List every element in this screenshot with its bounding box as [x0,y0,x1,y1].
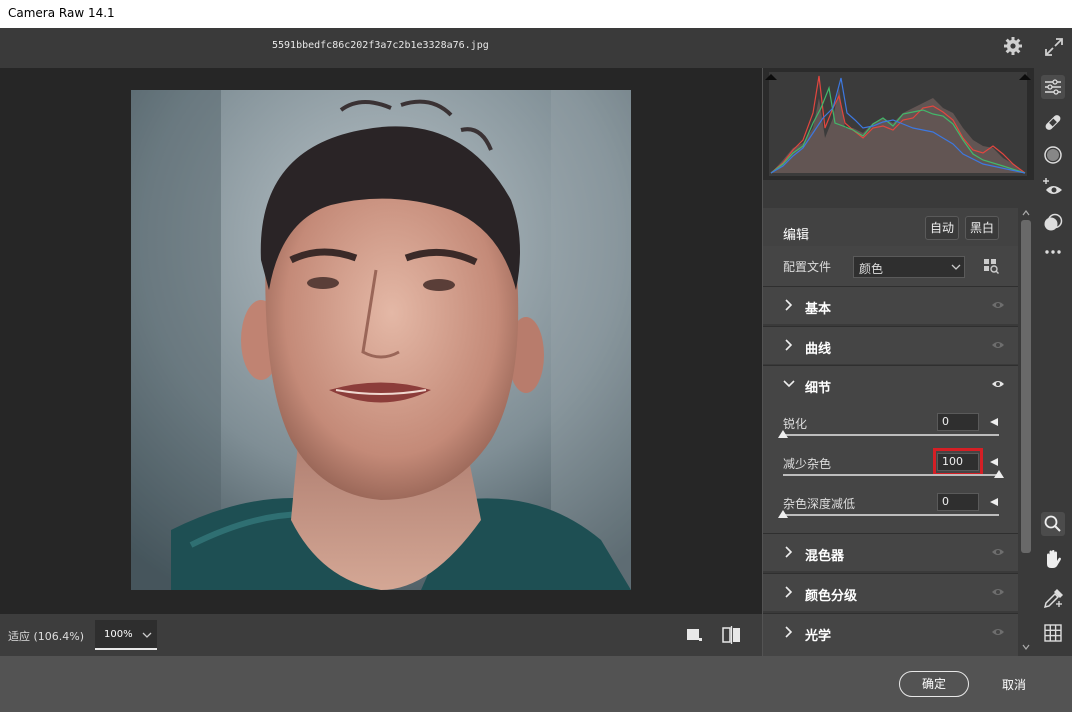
image-canvas[interactable] [0,68,762,614]
edit-label: 编辑 [783,228,810,243]
eye-icon[interactable] [991,340,1005,350]
ok-button[interactable]: 确定 [899,671,969,697]
zoom-level-value: 100% [104,629,133,640]
cancel-button[interactable]: 取消 [1002,676,1026,693]
histogram [763,68,1034,180]
section-detail-label[interactable]: 细节 [805,377,831,396]
dialog-footer: 确定 取消 [0,656,1072,712]
section-curve-label: 曲线 [805,342,832,357]
slider-noise-reduction: 减少杂色 100 [783,448,1004,493]
section-color-grading-label: 颜色分级 [805,589,858,604]
zoom-fit-button[interactable]: 适应 (106.4%) [8,628,84,644]
slider-track[interactable] [783,514,999,516]
slider-value-input[interactable]: 0 [937,413,979,431]
before-after-view-icon[interactable] [722,626,742,644]
section-mixer[interactable]: 混色器 [763,533,1018,571]
top-bar: 5591bbedfc86c202f3a7c2b1e3328a76.jpg [0,28,1072,68]
eye-icon[interactable] [991,547,1005,557]
chevron-down-icon [142,632,152,638]
panel-gap [763,180,1034,210]
black-white-button[interactable]: 黑白 [965,216,999,240]
slider-sharpening: 锐化 0 [778,413,999,453]
chevron-down-icon[interactable] [783,378,795,388]
chevron-right-icon [785,339,793,351]
color-sampler-icon[interactable] [1041,587,1065,611]
eye-icon[interactable] [991,300,1005,310]
profile-value: 颜色 [859,262,884,276]
triangle-left-icon[interactable] [989,457,999,467]
fullscreen-expand-icon[interactable] [1043,36,1065,58]
photo-preview [131,90,631,590]
profile-select[interactable]: 颜色 [853,256,965,278]
section-optics-label: 光学 [805,629,832,644]
section-detail: 细节 锐化 0 减少杂色 100 杂色深度减低 0 [763,365,1018,533]
file-name: 5591bbedfc86c202f3a7c2b1e3328a76.jpg [272,40,489,51]
settings-gear-icon[interactable] [1003,36,1023,56]
section-color-grading[interactable]: 颜色分级 [763,573,1018,611]
chevron-right-icon [785,299,793,311]
profile-row: 配置文件 颜色 [763,246,1018,286]
profile-label: 配置文件 [783,260,832,274]
view-bottom-bar: 适应 (106.4%) 100% [0,614,762,656]
chevron-down-icon [951,264,961,270]
hand-icon[interactable] [1041,547,1065,571]
healing-bandage-icon[interactable] [1041,110,1065,134]
eye-icon[interactable] [991,379,1005,389]
scrollbar-thumb[interactable] [1021,220,1031,553]
highlight-box [933,448,983,476]
triangle-left-icon[interactable] [989,497,999,507]
slider-track[interactable] [783,474,999,476]
slider-track[interactable] [783,434,999,436]
triangle-left-icon[interactable] [989,417,999,427]
redeye-icon[interactable] [1041,176,1065,200]
auto-button[interactable]: 自动 [925,216,959,240]
slider-value-input[interactable]: 0 [937,493,979,511]
more-icon[interactable] [1041,240,1065,264]
chevron-right-icon [785,586,793,598]
eye-icon[interactable] [991,587,1005,597]
section-basic[interactable]: 基本 [763,286,1018,324]
mask-icon[interactable] [1041,143,1065,167]
window-title: Camera Raw 14.1 [8,6,115,20]
section-optics[interactable]: 光学 [763,613,1018,656]
slider-knob[interactable] [778,510,788,518]
zoom-icon[interactable] [1041,512,1065,536]
slider-noise-detail: 杂色深度减低 0 [778,493,999,533]
eye-icon[interactable] [991,627,1005,637]
section-basic-label: 基本 [805,302,832,317]
panel-scrollbar[interactable] [1018,208,1034,656]
tool-strip [1034,68,1072,656]
chevron-right-icon [785,626,793,638]
slider-knob[interactable] [994,470,1004,478]
edit-panel: 编辑 自动 黑白 配置文件 颜色 基本 曲线 细节 锐化 0 减少杂色 100 … [763,68,1034,656]
section-curve[interactable]: 曲线 [763,326,1018,364]
scroll-up-icon[interactable] [1022,210,1030,216]
chevron-right-icon [785,546,793,558]
section-mixer-label: 混色器 [805,549,845,564]
profile-browser-icon[interactable] [983,258,999,274]
slider-knob[interactable] [778,430,788,438]
single-view-icon[interactable] [686,628,702,642]
grid-overlay-icon[interactable] [1041,621,1065,645]
slider-label: 减少杂色 [783,457,832,471]
edit-sliders-icon[interactable] [1041,75,1065,99]
presets-icon[interactable] [1041,211,1065,235]
scroll-down-icon[interactable] [1022,644,1030,650]
window-titlebar: Camera Raw 14.1 [0,0,1072,28]
zoom-level-select[interactable]: 100% [95,620,157,650]
slider-label: 杂色深度减低 [783,497,856,511]
